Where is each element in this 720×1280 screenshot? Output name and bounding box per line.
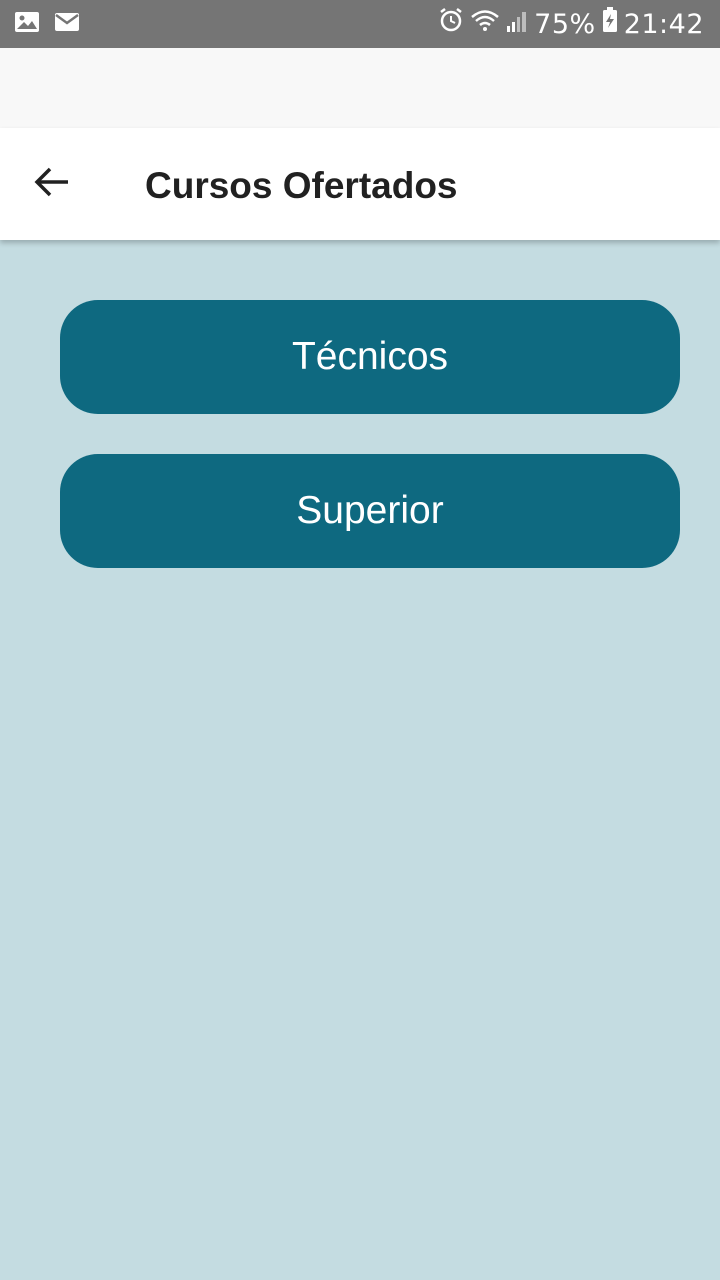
main-content: Técnicos Superior: [0, 240, 720, 1280]
battery-charging-icon: [602, 7, 618, 41]
back-button[interactable]: [20, 152, 84, 216]
app-bar: Cursos Ofertados: [0, 128, 720, 240]
wifi-icon: [470, 8, 500, 41]
status-bar: 75% 21:42: [0, 0, 720, 48]
page-title: Cursos Ofertados: [145, 165, 458, 206]
mail-icon: [54, 12, 80, 37]
tecnicos-button[interactable]: Técnicos: [60, 300, 680, 414]
alarm-icon: [438, 7, 464, 41]
signal-icon: [506, 8, 528, 41]
battery-percent: 75%: [534, 8, 596, 40]
status-left-icons: [14, 11, 80, 38]
top-strip: [0, 48, 720, 128]
image-icon: [14, 11, 40, 38]
status-right-icons: 75% 21:42: [438, 7, 704, 41]
arrow-back-icon: [34, 166, 70, 203]
superior-button[interactable]: Superior: [60, 454, 680, 568]
clock: 21:42: [623, 8, 704, 40]
